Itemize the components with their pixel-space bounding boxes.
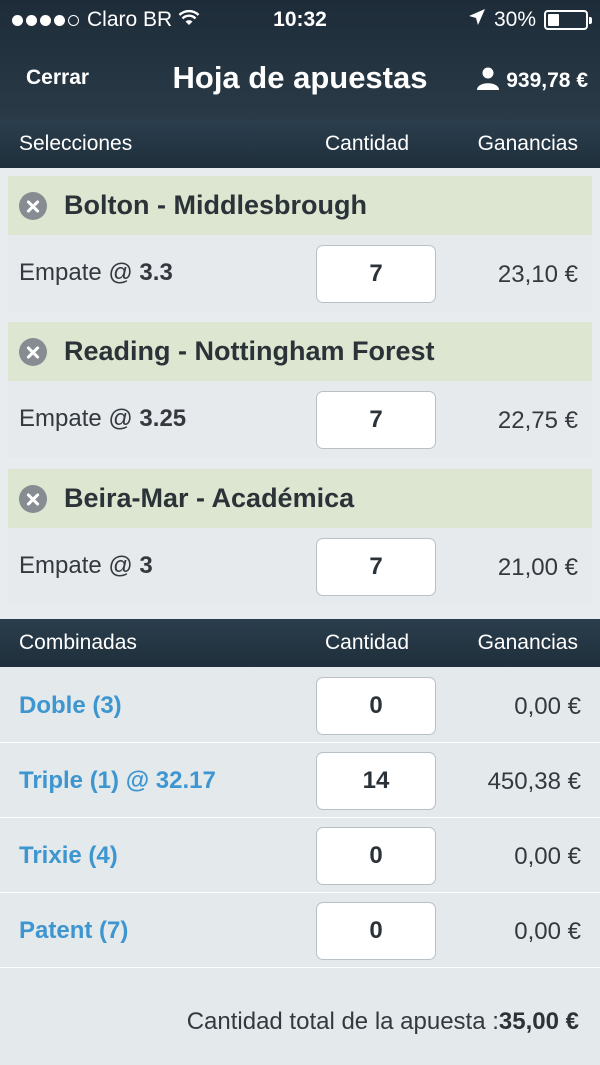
selections-header: Selecciones Cantidad Ganancias [0,120,600,168]
status-right: 30% [468,8,592,32]
winnings: 23,10 € [497,261,578,288]
stake-input[interactable]: 0 [316,902,436,960]
account-balance[interactable]: 939,78 € [476,66,588,96]
navbar: Cerrar Hoja de apuestas 939,78 € [0,40,600,120]
stake-input[interactable]: 7 [316,391,436,449]
total-bar: Cantidad total de la apuesta :35,00 € [0,968,600,1065]
match-name: Bolton - Middlesbrough [64,190,367,220]
winnings: 450,38 € [487,768,581,795]
battery-icon [544,10,592,30]
match-name: Reading - Nottingham Forest [64,336,435,366]
combined-row: Patent (7) 0 0,00 € [0,893,600,968]
selection-item: Reading - Nottingham Forest Empate @ 3.2… [8,322,592,458]
remove-icon[interactable] [19,485,47,513]
pick-label: Empate @ 3.3 [19,259,173,286]
combined-name[interactable]: Trixie (4) [19,842,118,870]
col-combinadas: Combinadas [19,631,137,654]
battery-percent: 30% [493,8,536,31]
combined-name[interactable]: Doble (3) [19,692,122,720]
total-stake: Cantidad total de la apuesta :35,00 € [187,1008,579,1036]
combined-header: Combinadas Cantidad Ganancias [0,619,600,667]
col-selecciones: Selecciones [19,132,133,155]
match-name: Beira-Mar - Académica [64,483,355,513]
selection-body: Empate @ 3 7 21,00 € [8,528,592,605]
total-amount: 35,00 € [498,1008,579,1035]
stake-input[interactable]: 7 [316,538,436,596]
selection-header: Beira-Mar - Académica [8,469,592,528]
selection-header: Bolton - Middlesbrough [8,176,592,235]
stake-input[interactable]: 14 [316,752,436,810]
winnings: 0,00 € [514,918,581,945]
selection-body: Empate @ 3.25 7 22,75 € [8,381,592,458]
location-arrow-icon [468,8,486,32]
stake-input[interactable]: 0 [316,677,436,735]
col-ganancias: Ganancias [477,132,578,155]
col-cantidad: Cantidad [325,132,410,155]
pick-label: Empate @ 3.25 [19,405,187,432]
remove-icon[interactable] [19,192,47,220]
combined-row: Doble (3) 0 0,00 € [0,668,600,743]
odds: 3.25 [139,405,187,432]
selection-item: Bolton - Middlesbrough Empate @ 3.3 7 23… [8,176,592,312]
pick-label: Empate @ 3 [19,552,153,579]
col-cantidad: Cantidad [325,631,410,654]
col-ganancias: Ganancias [477,631,578,654]
balance-amount: 939,78 € [506,69,588,92]
winnings: 0,00 € [514,843,581,870]
stake-input[interactable]: 0 [316,827,436,885]
combined-name[interactable]: Triple (1) @ 32.17 [19,767,216,795]
selection-header: Reading - Nottingham Forest [8,322,592,381]
winnings: 21,00 € [497,554,578,581]
remove-icon[interactable] [19,338,47,366]
selection-item: Beira-Mar - Académica Empate @ 3 7 21,00… [8,469,592,605]
selection-body: Empate @ 3.3 7 23,10 € [8,235,592,312]
status-bar: Claro BR 10:32 30% [0,0,600,40]
user-icon [476,66,500,96]
combined-row: Trixie (4) 0 0,00 € [0,818,600,893]
odds: 3.3 [139,259,173,286]
stake-input[interactable]: 7 [316,245,436,303]
combined-row: Triple (1) @ 32.17 14 450,38 € [0,743,600,818]
combined-name[interactable]: Patent (7) [19,917,128,945]
winnings: 22,75 € [497,407,578,434]
top-bar: Claro BR 10:32 30% Cerrar Hoja de apuest… [0,0,600,120]
winnings: 0,00 € [514,693,581,720]
odds: 3 [139,552,153,579]
total-label: Cantidad total de la apuesta : [186,1008,499,1035]
